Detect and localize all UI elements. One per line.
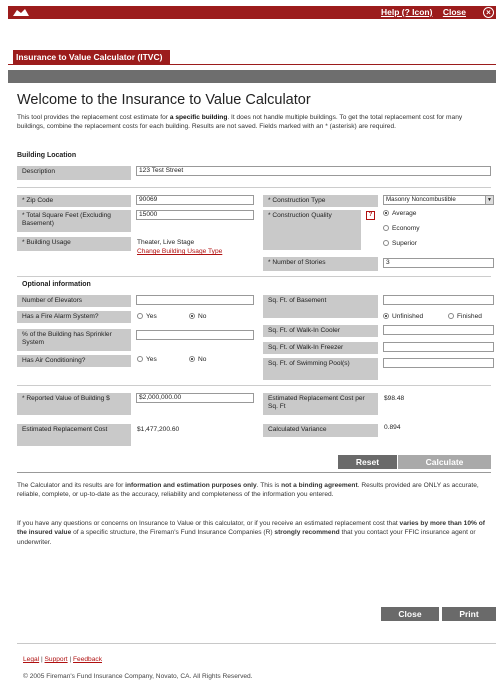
square-feet-input[interactable]: 15000: [136, 210, 254, 220]
contact-text: If you have any questions or concerns on…: [17, 520, 485, 546]
variance-label: Calculated Variance: [263, 424, 378, 437]
help-icon[interactable]: ?: [366, 211, 375, 220]
elevators-label: Number of Elevators: [17, 295, 131, 307]
building-location-heading: Building Location: [17, 152, 77, 159]
swimming-pool-label: Sq. Ft. of Swimming Pool(s): [263, 358, 378, 380]
walkin-cooler-label: Sq. Ft. of Walk-In Cooler: [263, 325, 378, 337]
radio-icon: [383, 225, 389, 231]
building-usage-label: * Building Usage: [17, 237, 131, 251]
fire-alarm-label: Has a Fire Alarm System?: [17, 311, 131, 323]
description-input[interactable]: 123 Test Street: [136, 166, 491, 176]
construction-type-label: * Construction Type: [263, 195, 378, 207]
close-link[interactable]: Close: [443, 7, 466, 17]
divider: [17, 276, 491, 277]
close-icon[interactable]: ×: [483, 7, 494, 18]
reported-value-input[interactable]: $2,000,000.00: [136, 393, 254, 403]
stories-label: * Number of Stories: [263, 257, 378, 271]
fireman-logo-icon: [13, 9, 29, 16]
ac-no-radio[interactable]: No: [189, 356, 206, 364]
per-sqft-value: $98.48: [384, 395, 405, 402]
disclaimer-text: The Calculator and its results are for i…: [17, 482, 479, 499]
support-link[interactable]: Support: [45, 656, 68, 663]
basement-input[interactable]: [383, 295, 494, 305]
fire-alarm-yes-radio[interactable]: Yes: [137, 313, 157, 321]
change-usage-link[interactable]: Change Building Usage Type: [137, 248, 222, 256]
quality-economy-radio[interactable]: Economy: [383, 225, 420, 233]
building-usage-value: Theater, Live Stage: [137, 239, 195, 246]
fire-alarm-no-radio[interactable]: No: [189, 313, 206, 321]
est-cost-label: Estimated Replacement Cost: [17, 424, 131, 446]
radio-checked-icon: [383, 210, 389, 216]
divider: [17, 472, 491, 473]
est-cost-value: $1,477,200.60: [137, 426, 180, 433]
copyright: © 2005 Fireman's Fund Insurance Company,…: [23, 673, 253, 680]
radio-icon: [383, 240, 389, 246]
reset-button[interactable]: Reset: [338, 455, 397, 469]
radio-icon: [448, 313, 454, 319]
swimming-pool-input[interactable]: [383, 358, 494, 368]
tab-underline: [8, 64, 496, 65]
construction-quality-label: * Construction Quality: [263, 210, 361, 250]
ac-yes-radio[interactable]: Yes: [137, 356, 157, 364]
per-sqft-label: Estimated Replacement Cost per Sq. Ft: [263, 393, 378, 415]
stories-input[interactable]: 3: [383, 258, 494, 268]
dropdown-arrow-icon: ▼: [485, 196, 493, 204]
walkin-freezer-input[interactable]: [383, 342, 494, 352]
basement-finished-radio[interactable]: Finished: [448, 313, 482, 321]
divider: [17, 187, 491, 188]
sprinkler-label: % of the Building has Sprinkler System: [17, 329, 131, 351]
legal-link[interactable]: Legal: [23, 656, 39, 663]
construction-type-select[interactable]: Masonry Noncombustible ▼: [383, 195, 494, 205]
close-button[interactable]: Close: [381, 607, 439, 621]
help-link[interactable]: Help (? Icon): [381, 7, 432, 17]
print-button[interactable]: Print: [442, 607, 496, 621]
basement-unfinished-radio[interactable]: Unfinished: [383, 313, 423, 321]
radio-checked-icon: [383, 313, 389, 319]
sprinkler-input[interactable]: [136, 330, 254, 340]
footer-links: Legal | Support | Feedback: [23, 656, 102, 663]
page-title: Welcome to the Insurance to Value Calcul…: [17, 92, 311, 108]
divider: [17, 643, 496, 644]
tab-itvc[interactable]: Insurance to Value Calculator (ITVC): [13, 50, 171, 65]
zip-code-label: * Zip Code: [17, 195, 131, 207]
quality-average-radio[interactable]: Average: [383, 210, 416, 218]
radio-checked-icon: [189, 356, 195, 362]
intro-text: This tool provides the replacement cost …: [17, 114, 463, 131]
divider: [17, 385, 491, 386]
quality-superior-radio[interactable]: Superior: [383, 240, 417, 248]
optional-heading: Optional information: [22, 281, 91, 288]
variance-value: 0.894: [384, 424, 401, 431]
radio-checked-icon: [189, 313, 195, 319]
reported-value-label: * Reported Value of Building $: [17, 393, 131, 415]
walkin-freezer-label: Sq. Ft. of Walk-In Freezer: [263, 342, 378, 354]
top-bar: Help (? Icon) Close ×: [8, 6, 496, 19]
construction-type-value: Masonry Noncombustible: [386, 196, 456, 203]
walkin-cooler-input[interactable]: [383, 325, 494, 335]
radio-icon: [137, 313, 143, 319]
basement-label: Sq. Ft. of Basement: [263, 295, 378, 318]
feedback-link[interactable]: Feedback: [73, 656, 102, 663]
elevators-input[interactable]: [136, 295, 254, 305]
calculate-button[interactable]: Calculate: [398, 455, 491, 469]
header-links: Help (? Icon) Close: [373, 7, 466, 17]
zip-code-input[interactable]: 90069: [136, 195, 254, 205]
air-conditioning-label: Has Air Conditioning?: [17, 355, 131, 367]
radio-icon: [137, 356, 143, 362]
square-feet-label: * Total Square Feet (Excluding Basement): [17, 210, 131, 232]
description-label: Description: [17, 166, 131, 180]
grey-band: [8, 70, 496, 83]
